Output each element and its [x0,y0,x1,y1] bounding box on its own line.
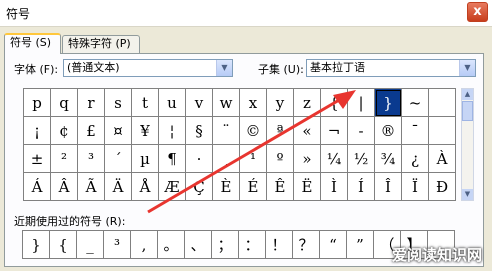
recent-symbol-cell[interactable]: } [23,231,50,259]
font-select[interactable]: (普通文本) ▼ [63,59,233,77]
symbol-cell[interactable]: É [240,173,267,201]
symbol-cell[interactable]: £ [78,117,105,145]
symbol-cell[interactable]: Ð [429,173,456,201]
recent-symbol-cell[interactable]: ？ [293,231,320,259]
recent-symbols-label: 近期使用过的符号 (R): [14,215,126,228]
symbol-cell[interactable]: Ã [78,173,105,201]
symbol-cell[interactable]: È [213,173,240,201]
symbol-cell[interactable]: ¾ [375,145,402,173]
symbol-cell[interactable]: Ì [321,173,348,201]
symbol-cell[interactable]: » [294,145,321,173]
scroll-thumb[interactable] [462,101,473,121]
symbol-cell[interactable]: ¬ [321,117,348,145]
symbol-cell[interactable]: ´ [105,145,132,173]
symbol-cell[interactable]: - [348,117,375,145]
symbol-cell[interactable]: Ä [105,173,132,201]
watermark: 爱阅读知识网 [391,246,482,264]
symbol-cell[interactable]: x [240,89,267,117]
symbol-cell[interactable]: ± [24,145,51,173]
symbol-cell[interactable]: Î [375,173,402,201]
symbol-cell[interactable]: ³ [78,145,105,173]
font-label: 字体 (F): [14,63,59,76]
symbol-cell[interactable]: ® [375,117,402,145]
symbol-cell[interactable]: ¨ [213,117,240,145]
symbol-cell[interactable]: ¹ [240,145,267,173]
symbol-cell[interactable]: Â [51,173,78,201]
recent-symbol-cell[interactable]: , [131,231,158,259]
symbol-cell[interactable]: s [105,89,132,117]
symbol-cell[interactable]: § [186,117,213,145]
symbol-cell[interactable]: ¿ [402,145,429,173]
close-icon: x [473,4,482,19]
symbol-cell[interactable]: ² [51,145,78,173]
symbol-cell[interactable]: Å [132,173,159,201]
chevron-down-icon[interactable]: ▼ [459,60,475,76]
tab-special-characters[interactable]: 特殊字符 (P) [62,35,140,53]
symbol-cell[interactable]: t [132,89,159,117]
symbol-grid-scrollbar[interactable]: ▲ ▼ [461,88,474,201]
symbol-cell[interactable]: v [186,89,213,117]
close-button[interactable]: x [467,2,488,22]
symbol-cell[interactable]: z [294,89,321,117]
recent-symbols-grid: }{_ ³,。、；：！？ “” （】 [22,230,455,259]
symbol-cell[interactable]: · [186,145,213,173]
recent-symbol-cell[interactable]: ³ [104,231,131,259]
symbol-cell[interactable]: ¸ [213,145,240,173]
symbol-cell[interactable]: Ç [186,173,213,201]
symbol-cell[interactable]: ¢ [51,117,78,145]
recent-symbol-cell[interactable]: { [50,231,77,259]
tab-symbols[interactable]: 符号 (S) [4,33,61,54]
symbol-cell[interactable]: q [51,89,78,117]
title-bar: 符号 x [0,0,492,27]
symbol-cell[interactable]: ¶ [159,145,186,173]
symbol-cell[interactable]: © [240,117,267,145]
window-title: 符号 [6,7,31,21]
symbol-cell[interactable]: ~ [402,89,429,117]
symbol-cell[interactable]: ¼ [321,145,348,173]
recent-symbol-cell[interactable]: ！ [266,231,293,259]
symbol-cell[interactable]: } [375,89,402,117]
recent-symbol-cell[interactable]: ” [347,231,374,259]
symbol-cell[interactable]: ¥ [132,117,159,145]
symbol-cell[interactable]: { [321,89,348,117]
scroll-up-icon[interactable]: ▲ [462,89,473,100]
recent-symbol-cell[interactable]: 。 [158,231,185,259]
symbol-cell[interactable]: « [294,117,321,145]
symbol-cell[interactable]: | [348,89,375,117]
symbol-cell[interactable]: u [159,89,186,117]
symbol-cell[interactable]: r [78,89,105,117]
recent-symbol-cell[interactable]: _ [77,231,104,259]
chevron-down-icon[interactable]: ▼ [216,60,232,76]
subset-value: 基本拉丁语 [310,61,365,74]
symbol-cell[interactable]: Í [348,173,375,201]
symbol-cell[interactable]: ª [267,117,294,145]
font-value: (普通文本) [67,61,120,74]
symbol-cell[interactable]: ½ [348,145,375,173]
symbol-cell[interactable]: p [24,89,51,117]
symbol-cell[interactable]: Ï [402,173,429,201]
subset-select[interactable]: 基本拉丁语 ▼ [306,59,476,77]
symbol-cell[interactable] [429,117,456,145]
recent-symbol-cell[interactable]: 、 [185,231,212,259]
recent-symbol-cell[interactable]: ； [212,231,239,259]
recent-symbol-cell[interactable]: ： [239,231,266,259]
subset-label: 子集 (U): [258,63,304,76]
symbol-cell[interactable]: Á [24,173,51,201]
symbol-cell[interactable]: ¦ [159,117,186,145]
symbol-cell[interactable]: ¯ [402,117,429,145]
symbol-cell[interactable]: º [267,145,294,173]
scroll-down-icon[interactable]: ▼ [462,189,473,200]
symbol-cell[interactable]: w [213,89,240,117]
symbol-grid: p q r s t u v w x y z{|} ~ ¡ ¢ £ ¤ ¥ ¦ § ¨ © ª «¬ - ® ¯ ± ² ³ ´ µ ¶ · ¸ ¹ º… [23,88,456,201]
recent-symbol-cell[interactable]: “ [320,231,347,259]
symbol-cell[interactable]: Ê [267,173,294,201]
symbol-cell[interactable]: µ [132,145,159,173]
symbol-cell[interactable] [429,89,456,117]
symbol-cell[interactable]: ¤ [105,117,132,145]
symbol-cell[interactable]: Ë [294,173,321,201]
symbol-cell[interactable]: Æ [159,173,186,201]
symbol-cell[interactable]: y [267,89,294,117]
symbol-cell[interactable]: ¡ [24,117,51,145]
symbol-cell[interactable]: À [429,145,456,173]
